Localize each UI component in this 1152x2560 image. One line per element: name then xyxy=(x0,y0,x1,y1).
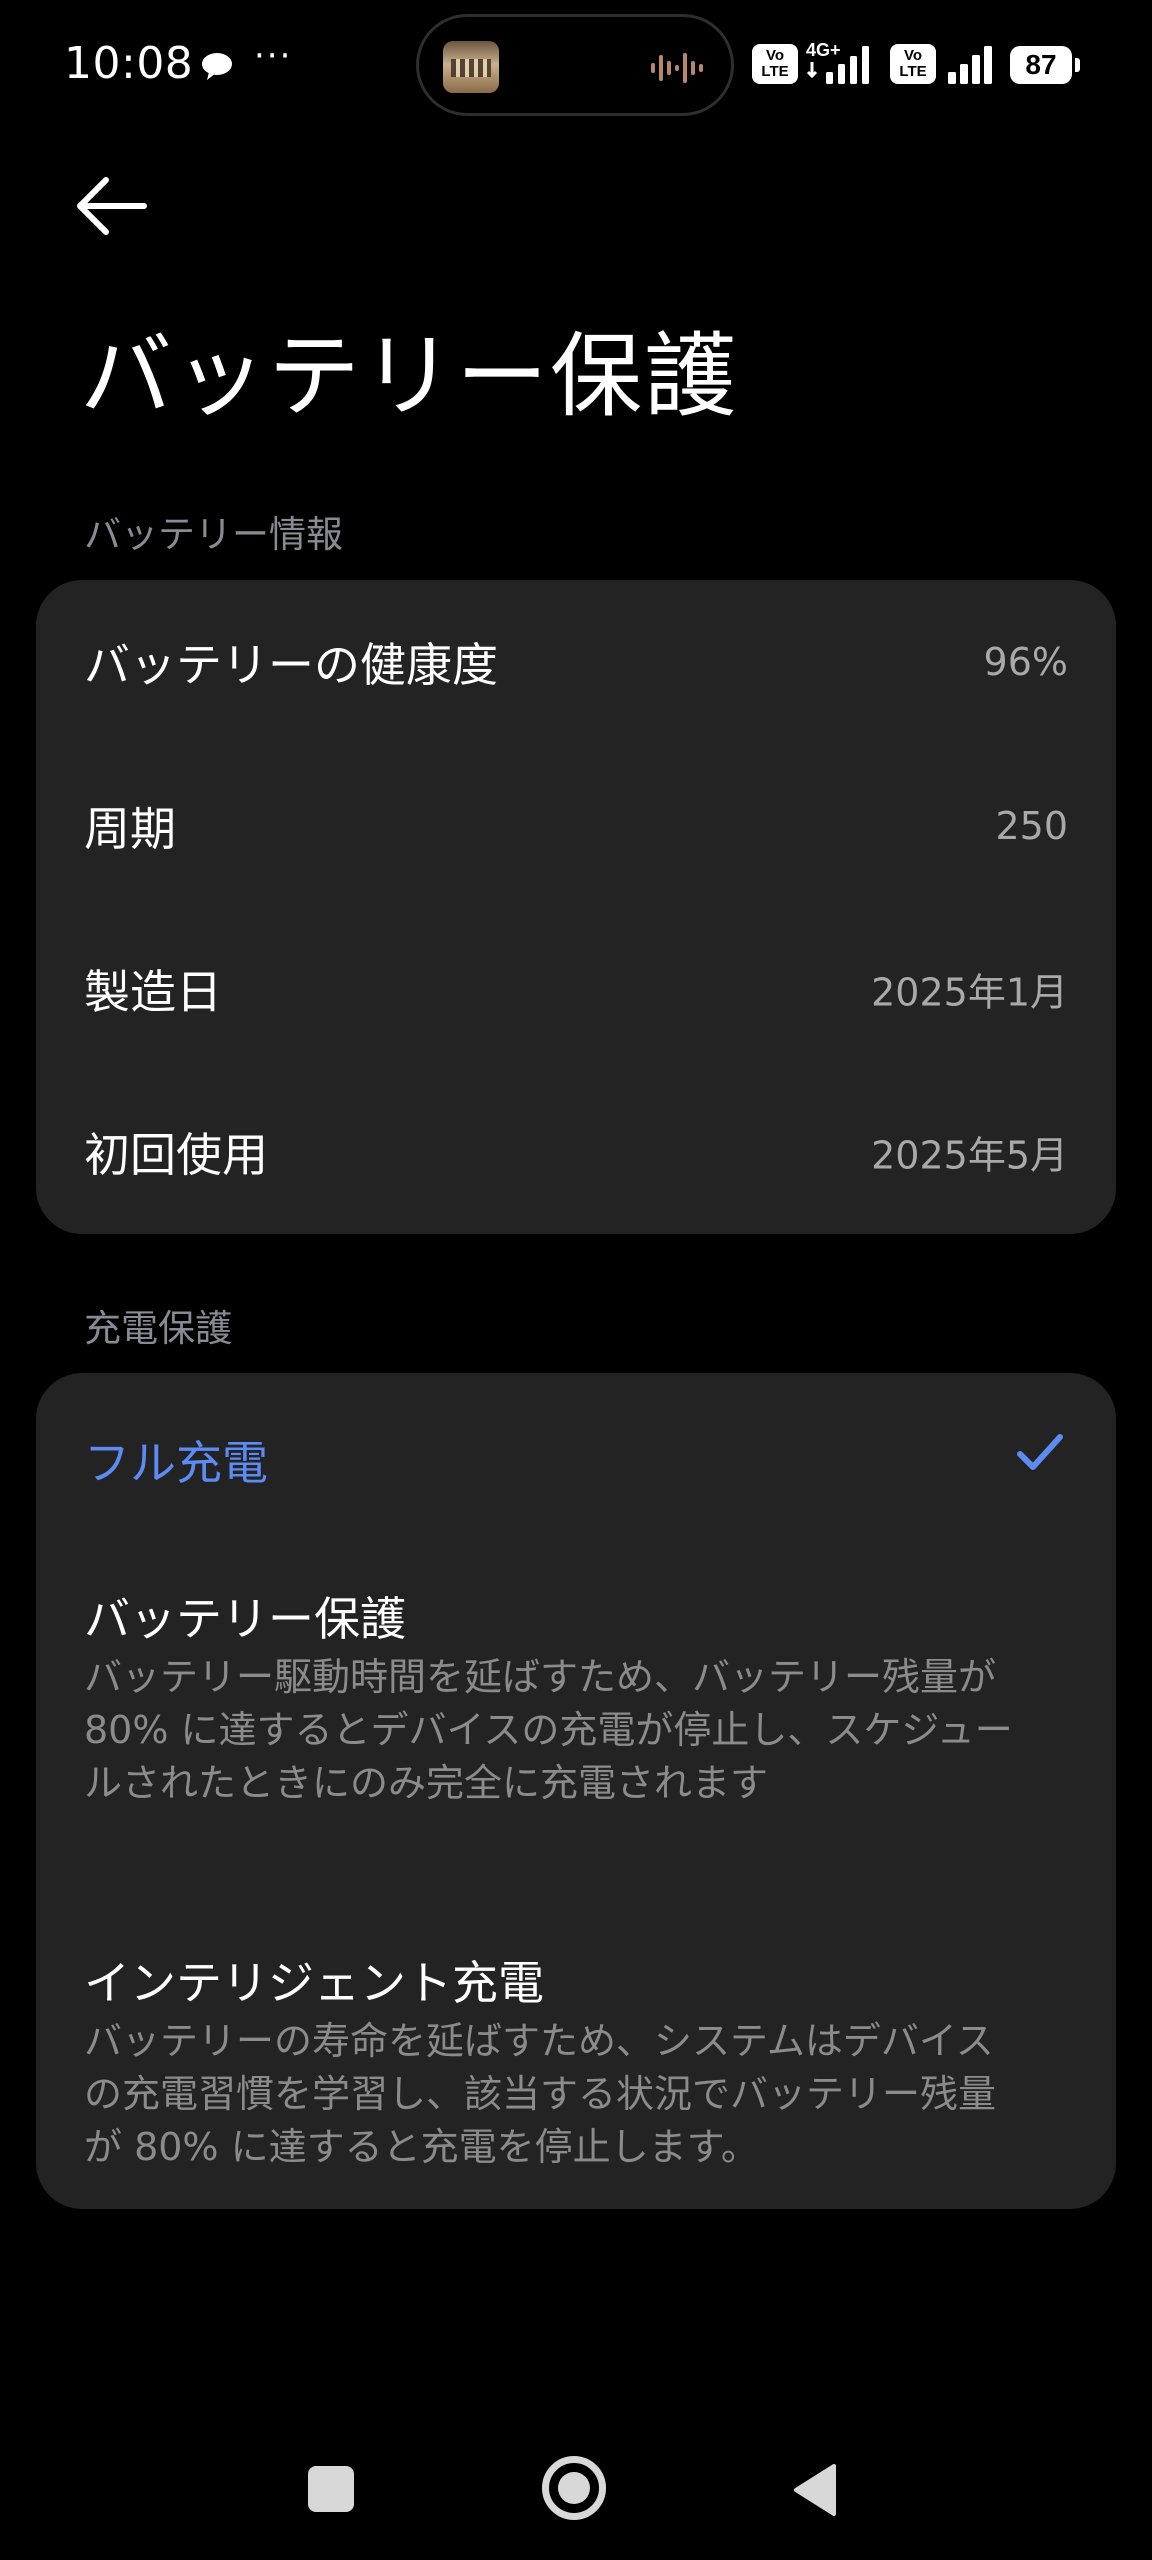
option-title: インテリジェント充電 xyxy=(84,1956,544,2010)
checkmark-icon xyxy=(1017,1434,1063,1470)
battery-icon: 87 xyxy=(1010,46,1080,84)
navigation-bar xyxy=(0,2430,1152,2550)
info-value: 96% xyxy=(983,640,1068,684)
media-thumbnail xyxy=(443,41,499,93)
signal-bars-icon xyxy=(806,46,869,84)
section-header-charging-protection: 充電保護 xyxy=(84,1307,232,1350)
option-title: フル充電 xyxy=(84,1436,268,1490)
battery-info-card: バッテリーの健康度 96% 周期 250 製造日 2025年1月 初回使用 20… xyxy=(36,580,1116,1234)
signal-bars-icon xyxy=(948,46,992,84)
home-circle-icon[interactable] xyxy=(542,2456,606,2520)
signal-sim1: 4G+ xyxy=(806,40,882,84)
volte-badge-sim2: Vo LTE xyxy=(890,44,936,84)
info-row-health: バッテリーの健康度 96% xyxy=(36,580,1116,744)
option-description: バッテリーの寿命を延ばすため、システムはデバイスの充電習慣を学習し、該当する状況… xyxy=(84,2019,997,2169)
option-full-charge[interactable]: フル充電 xyxy=(36,1427,1116,1537)
section-header-battery-info: バッテリー情報 xyxy=(84,513,343,556)
info-row-manufacture-date: 製造日 2025年1月 xyxy=(36,907,1116,1071)
back-button[interactable] xyxy=(72,176,164,248)
status-bar: 10:08 ··· Vo LTE 4G+ Vo LTE 87 xyxy=(0,0,1152,130)
arrow-left-icon xyxy=(77,177,147,235)
option-intelligent-charging[interactable]: インテリジェント充電 バッテリーの寿命を延ばすため、システムはデバイスの充電習慣… xyxy=(36,1947,1116,2177)
audio-wave-icon xyxy=(651,53,703,83)
recents-square-icon[interactable] xyxy=(308,2466,354,2512)
info-value: 250 xyxy=(995,804,1068,848)
charging-protection-card: フル充電 バッテリー保護 バッテリー駆動時間を延ばすため、バッテリー残量が 80… xyxy=(36,1373,1116,2209)
status-time: 10:08 xyxy=(64,38,194,89)
info-label: 周期 xyxy=(84,802,176,856)
info-label: 製造日 xyxy=(84,965,222,1019)
option-battery-protection[interactable]: バッテリー保護 バッテリー駆動時間を延ばすため、バッテリー残量が 80% に達す… xyxy=(36,1583,1116,1883)
option-title: バッテリー保護 xyxy=(84,1592,406,1646)
info-value: 2025年5月 xyxy=(871,1133,1068,1178)
info-value: 2025年1月 xyxy=(871,970,1068,1015)
option-description: バッテリー駆動時間を延ばすため、バッテリー残量が 80% に達するとデバイスの充… xyxy=(84,1655,1013,1805)
info-label: バッテリーの健康度 xyxy=(84,638,498,692)
more-notifications-indicator: ··· xyxy=(254,36,293,76)
info-row-first-use: 初回使用 2025年5月 xyxy=(36,1070,1116,1234)
info-row-cycles: 周期 250 xyxy=(36,744,1116,908)
page-title: バッテリー保護 xyxy=(80,323,739,430)
info-label: 初回使用 xyxy=(84,1128,268,1182)
volte-badge-sim1: Vo LTE xyxy=(752,44,798,84)
dynamic-island-media[interactable] xyxy=(416,14,734,116)
chat-bubble-icon xyxy=(202,53,232,80)
back-triangle-icon[interactable] xyxy=(790,2462,838,2518)
